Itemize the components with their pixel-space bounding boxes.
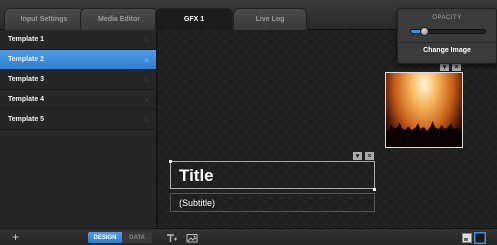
template-item-selected[interactable]: Template 2 × bbox=[0, 50, 156, 70]
template-label: Template 5 bbox=[8, 116, 45, 123]
crowd-silhouette bbox=[386, 121, 462, 147]
opacity-slider[interactable] bbox=[410, 27, 486, 36]
subtitle-text: (Subtitle) bbox=[179, 198, 216, 208]
template-item[interactable]: Template 4 × bbox=[0, 90, 156, 110]
text-icon[interactable] bbox=[165, 232, 177, 243]
subtitle-text-element[interactable]: (Subtitle) bbox=[170, 193, 375, 212]
opacity-slider-thumb[interactable] bbox=[420, 27, 430, 36]
template-label: Template 2 bbox=[8, 56, 45, 63]
remove-icon[interactable]: × bbox=[144, 76, 149, 85]
layout-large-icon[interactable] bbox=[474, 231, 486, 244]
image-close-icon[interactable]: × bbox=[452, 63, 461, 71]
template-label: Template 3 bbox=[8, 76, 45, 83]
remove-icon[interactable]: × bbox=[144, 36, 149, 45]
template-item[interactable]: Template 1 × bbox=[0, 30, 156, 50]
template-label: Template 4 bbox=[8, 96, 45, 103]
tab-input-settings[interactable]: Input Settings bbox=[4, 8, 84, 30]
divider bbox=[398, 42, 496, 43]
title-menu-icon[interactable]: ▾ bbox=[353, 152, 362, 160]
remove-icon[interactable]: × bbox=[144, 96, 149, 105]
title-text-element[interactable]: Title bbox=[170, 161, 375, 189]
data-mode-button[interactable]: DATA bbox=[122, 232, 152, 243]
remove-icon[interactable]: × bbox=[144, 56, 149, 65]
resize-handle[interactable] bbox=[169, 160, 172, 163]
bottom-toolbar: + DESIGN DATA bbox=[0, 228, 497, 245]
template-label: Template 1 bbox=[8, 36, 45, 43]
template-list: Template 1 × Template 2 × Template 3 × T… bbox=[0, 30, 157, 228]
layout-small-icon[interactable] bbox=[461, 232, 473, 243]
tab-gfx-1[interactable]: GFX 1 bbox=[155, 8, 233, 30]
tab-media-editor[interactable]: Media Editor bbox=[80, 8, 158, 30]
opacity-label: OPACITY bbox=[432, 15, 462, 21]
opacity-panel: OPACITY Change Image bbox=[397, 8, 497, 64]
concert-image[interactable] bbox=[385, 72, 463, 148]
add-template-button[interactable]: + bbox=[12, 231, 19, 243]
remove-icon[interactable]: × bbox=[144, 116, 149, 125]
template-item[interactable]: Template 5 × bbox=[0, 110, 156, 130]
title-text: Title bbox=[179, 166, 214, 185]
template-item[interactable]: Template 3 × bbox=[0, 70, 156, 90]
tab-live-log[interactable]: Live Log bbox=[233, 8, 307, 30]
design-mode-button[interactable]: DESIGN bbox=[88, 232, 122, 243]
image-menu-icon[interactable]: ▾ bbox=[440, 63, 449, 71]
change-image-button[interactable]: Change Image bbox=[398, 47, 496, 54]
resize-handle[interactable] bbox=[373, 188, 376, 191]
image-icon[interactable] bbox=[186, 232, 198, 243]
title-close-icon[interactable]: × bbox=[365, 152, 374, 160]
